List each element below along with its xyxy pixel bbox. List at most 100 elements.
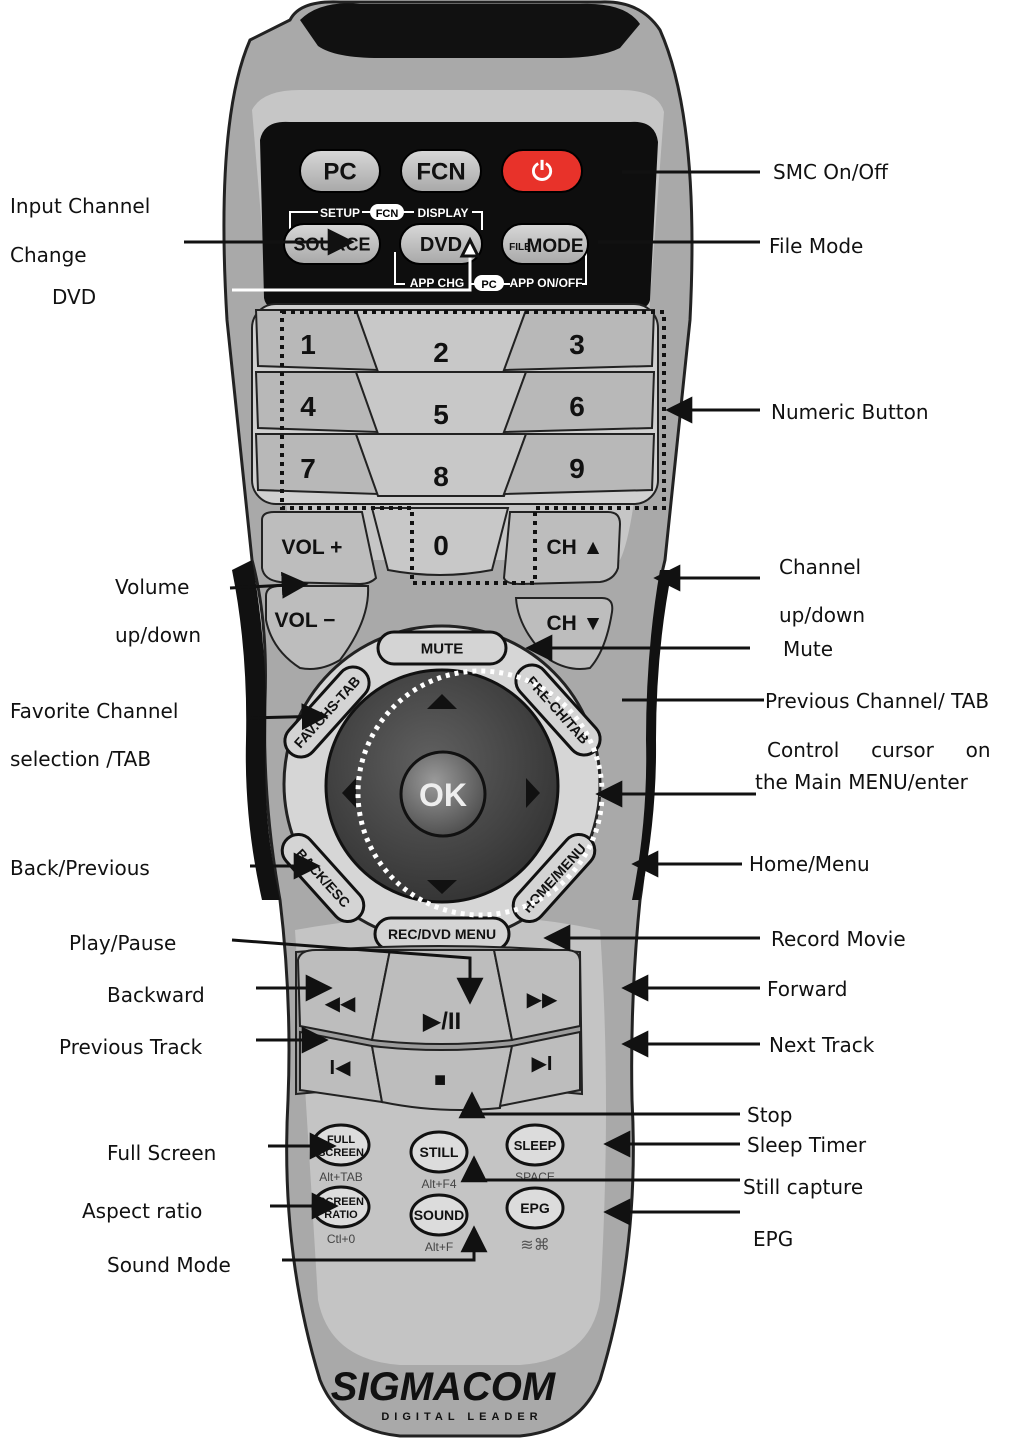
next-track-button-icon: ▶I [532,1053,553,1075]
label-epg: EPG [753,1227,794,1251]
label-favorite-1: Favorite Channel [10,699,179,723]
label-volume-1: Volume [115,575,190,599]
numeric-key-label: 0 [433,530,449,561]
numeric-key-label: 7 [300,453,316,484]
numeric-key-3[interactable]: 3 [502,309,656,372]
numeric-key-5[interactable]: 5 [354,371,528,435]
sleep-button-shortcut: SPACE [515,1170,555,1184]
label-mute: Mute [783,637,834,661]
vol-up-button-label: VOL + [282,536,343,559]
screen-ratio-button-shortcut: Ctl+0 [327,1232,356,1246]
sleep-button-label: SLEEP [514,1138,557,1153]
sound-button-label: SOUND [414,1207,465,1223]
pc-button[interactable]: PC [299,149,381,193]
dvd-button-label: DVD [420,234,462,256]
label-full-screen: Full Screen [107,1141,217,1165]
label-record-movie: Record Movie [771,927,906,951]
full-screen-button-shortcut: Alt+TAB [319,1170,362,1184]
forward-button-icon: ▶▶ [527,989,558,1011]
label-control-1: Control cursor on [767,738,991,762]
display-label: DISPLAY [418,206,469,220]
source-button[interactable]: SOURCE [283,223,381,265]
numeric-key-label: 6 [569,391,585,422]
power-button[interactable]: ⏻ [501,149,583,193]
fcn-button-label: FCN [416,159,465,186]
file-mode-button[interactable]: FILEMODE [501,223,589,265]
stop-button-icon: ■ [434,1069,446,1091]
rewind-button-icon: ◀◀ [325,993,356,1015]
label-sleep-timer: Sleep Timer [747,1133,867,1157]
vol-down-button-label: VOL − [275,609,336,632]
setup-label: SETUP [320,206,360,220]
numeric-key-6[interactable]: 6 [502,371,656,434]
label-smc-onoff: SMC On/Off [773,160,888,184]
label-dvd: DVD [52,285,97,309]
pc-button-label: PC [323,159,356,186]
numeric-key-label: 4 [300,391,316,422]
prev-track-button-icon: I◀ [330,1057,352,1079]
ch-up-button-label: CH ▲ [547,536,604,559]
numeric-key-label: 2 [433,337,449,368]
full-screen-button-label-1: FULL [327,1134,355,1146]
sound-button-shortcut: Alt+F [425,1240,453,1254]
app-onoff-label: APP ON/OFF [509,276,582,290]
arrow-favorite [249,703,329,731]
sound-button[interactable]: SOUND [409,1193,469,1237]
numeric-key-9[interactable]: 9 [502,433,656,496]
label-channel-2: up/down [779,603,866,627]
mute-button-label: MUTE [421,640,464,657]
still-button[interactable]: STILL [409,1130,469,1174]
label-forward: Forward [767,977,848,1001]
numeric-key-label: 9 [569,453,585,484]
sleep-button[interactable]: SLEEP [505,1123,565,1167]
label-home-menu: Home/Menu [749,852,870,876]
epg-button[interactable]: EPG [505,1186,565,1230]
full-screen-button-label-2: SCREEN [318,1147,364,1159]
numeric-key-label: 3 [569,329,585,360]
ch-down-button-label: CH ▼ [547,612,604,635]
label-aspect-ratio: Aspect ratio [82,1199,203,1223]
fcn-button[interactable]: FCN [400,149,482,193]
numeric-key-8[interactable]: 8 [354,433,528,497]
power-icon: ⏻ [532,156,553,186]
ch-up-button[interactable]: CH ▲ [502,511,622,586]
screen-ratio-button-label-2: RATIO [324,1209,358,1221]
label-file-mode: File Mode [769,234,864,258]
numeric-key-0[interactable]: 0 [370,507,510,576]
brand-tagline: DIGITAL LEADER [381,1411,542,1423]
source-button-label: SOURCE [293,234,370,254]
fcn-mini-label: FCN [376,208,399,220]
mute-button[interactable]: MUTE [376,630,508,666]
label-sound-mode: Sound Mode [107,1253,231,1277]
numeric-key-label: 8 [433,461,449,492]
label-play-pause: Play/Pause [69,931,177,955]
label-backward: Backward [107,983,205,1007]
play-pause-button-icon: ▶/II [423,1008,461,1035]
ok-button[interactable]: OK [399,750,487,838]
numeric-key-label: 5 [433,399,449,430]
label-channel-1: Channel [779,555,862,579]
file-mode-label: MODE [527,236,584,257]
label-previous-track: Previous Track [59,1035,203,1059]
label-numeric-button: Numeric Button [771,400,929,424]
brand-logo: SIGMACOM [331,1365,557,1409]
numeric-key-2[interactable]: 2 [354,309,528,373]
vol-up-button[interactable]: VOL + [261,511,378,586]
label-volume-2: up/down [115,623,202,647]
play-pause-button[interactable]: ▶/II [370,949,514,1045]
remote-top-cap [300,3,640,58]
label-stop: Stop [747,1103,793,1127]
label-back-previous: Back/Previous [10,856,150,880]
stop-button[interactable]: ■ [370,1044,514,1111]
still-button-shortcut: Alt+F4 [421,1177,456,1191]
numeric-key-label: 1 [300,329,316,360]
label-previous-channel: Previous Channel/ TAB [765,689,990,713]
epg-button-label: EPG [520,1200,550,1216]
label-favorite-2: selection /TAB [10,747,152,771]
ok-label: OK [419,777,467,813]
app-chg-label: APP CHG [410,276,464,290]
label-input-channel-1: Input Channel [10,194,151,218]
label-input-channel-2: Change [10,243,87,267]
still-button-label: STILL [420,1144,459,1160]
epg-glyph-icon: ≋⌘ [520,1237,549,1254]
